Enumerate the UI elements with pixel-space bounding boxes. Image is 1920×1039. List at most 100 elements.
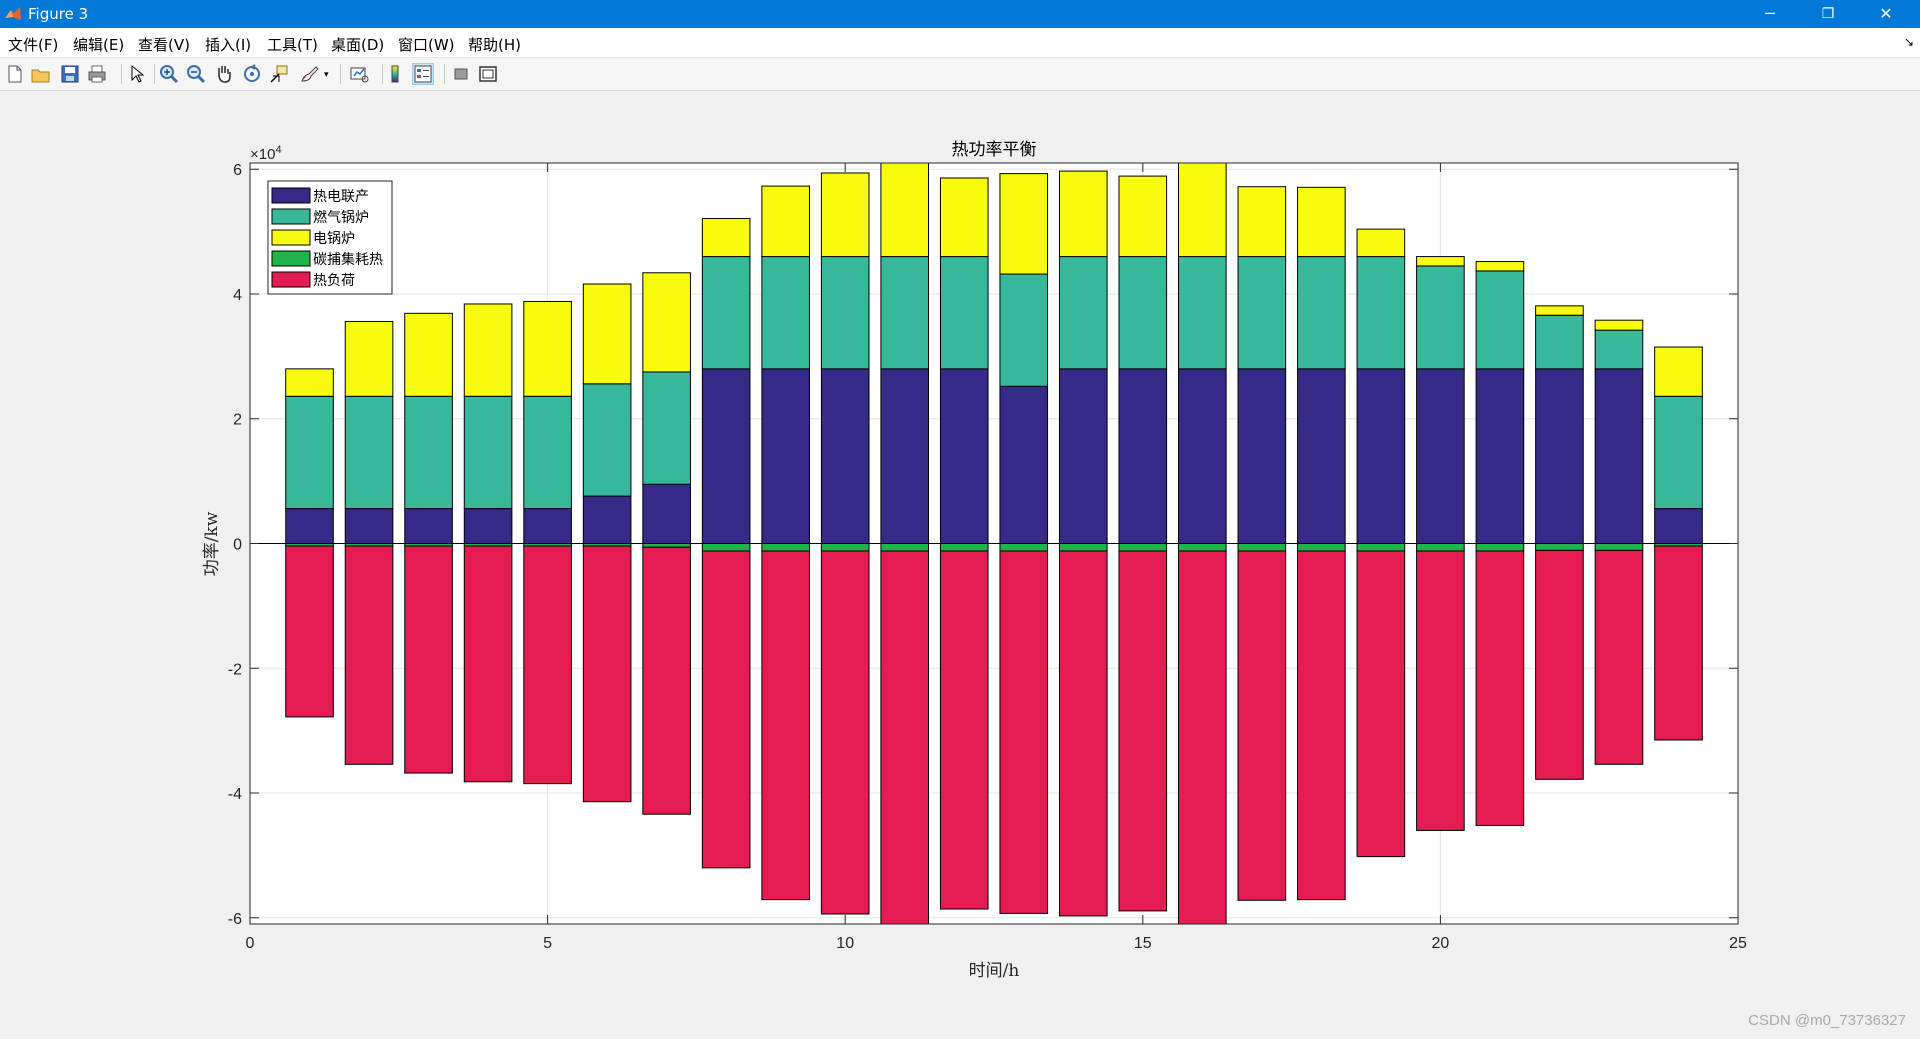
bar-segment[interactable] — [999, 550, 1049, 914]
chart-legend[interactable]: 热电联产燃气锅炉电锅炉碳捕集耗热热负荷 — [267, 180, 393, 295]
bar-segment[interactable] — [1058, 170, 1108, 258]
bar-segment[interactable] — [939, 543, 989, 552]
bar-segment[interactable] — [1356, 256, 1406, 370]
bar-segment[interactable] — [642, 483, 691, 544]
bar-segment[interactable] — [582, 283, 632, 385]
close-button[interactable]: ✕ — [1857, 0, 1915, 28]
bar-segment[interactable] — [1654, 346, 1703, 397]
bar-segment[interactable] — [404, 545, 453, 774]
bar-segment[interactable] — [582, 383, 632, 497]
bar-segment[interactable] — [523, 395, 572, 510]
bar-segment[interactable] — [1118, 175, 1168, 258]
open-file-icon[interactable] — [30, 63, 52, 85]
bar-segment[interactable] — [1475, 543, 1525, 552]
minimize-button[interactable]: ─ — [1741, 0, 1799, 28]
bar-segment[interactable] — [463, 395, 513, 510]
bar-segment[interactable] — [1058, 543, 1108, 552]
bar-segment[interactable] — [642, 371, 691, 485]
bar-segment[interactable] — [1237, 256, 1287, 370]
bar-chart[interactable]: 0 5 10 15 20 25 -6 -4 -2 0 2 4 6 热功率平衡 时间/h 功率/kw ×1… — [0, 91, 1920, 1039]
bar-segment[interactable] — [1178, 256, 1227, 370]
bar-segment[interactable] — [701, 218, 751, 258]
show-plot-tools-icon[interactable] — [477, 63, 499, 85]
bar-segment[interactable] — [1356, 543, 1406, 552]
bar-segment[interactable] — [1297, 368, 1346, 544]
bar-segment[interactable] — [1594, 368, 1644, 544]
bar-segment[interactable] — [1058, 550, 1108, 917]
bar-segment[interactable] — [344, 508, 394, 544]
colorbar-icon[interactable] — [384, 63, 406, 85]
bar-segment[interactable] — [1178, 368, 1227, 544]
bar-segment[interactable] — [1535, 314, 1584, 370]
bar-segment[interactable] — [285, 395, 334, 510]
menu-tools[interactable]: 工具(T) — [267, 34, 318, 55]
bar-segment[interactable] — [880, 550, 930, 925]
bar-segment[interactable] — [1297, 543, 1346, 552]
bar-segment[interactable] — [1535, 549, 1584, 780]
rotate-3d-icon[interactable] — [241, 63, 263, 85]
menu-view[interactable]: 查看(V) — [138, 34, 190, 55]
bar-segment[interactable] — [939, 177, 989, 258]
zoom-out-icon[interactable] — [185, 63, 207, 85]
bar-segment[interactable] — [1416, 265, 1465, 370]
bar-segment[interactable] — [999, 543, 1049, 552]
bar-segment[interactable] — [1535, 305, 1584, 316]
bar-segment[interactable] — [1237, 550, 1287, 901]
bar-segment[interactable] — [999, 173, 1049, 275]
bar-segment[interactable] — [1237, 186, 1287, 258]
menu-insert[interactable]: 插入(I) — [205, 34, 251, 55]
bar-segment[interactable] — [344, 320, 394, 397]
bar-segment[interactable] — [582, 545, 632, 803]
bar-segment[interactable] — [880, 162, 930, 258]
bar-segment[interactable] — [1654, 508, 1703, 544]
bar-segment[interactable] — [701, 256, 751, 370]
bar-segment[interactable] — [880, 256, 930, 370]
bar-segment[interactable] — [1356, 368, 1406, 544]
bar-segment[interactable] — [820, 172, 870, 258]
bar-segment[interactable] — [404, 312, 453, 397]
bar-segment[interactable] — [1118, 543, 1168, 552]
data-cursor-icon[interactable] — [268, 63, 290, 85]
bar-segment[interactable] — [701, 550, 751, 869]
bar-segment[interactable] — [1654, 395, 1703, 510]
menu-window[interactable]: 窗口(W) — [398, 34, 455, 55]
bar-segment[interactable] — [939, 256, 989, 370]
bar-segment[interactable] — [1475, 550, 1525, 826]
bar-segment[interactable] — [999, 273, 1049, 387]
bar-segment[interactable] — [523, 508, 572, 544]
bar-segment[interactable] — [1356, 228, 1406, 258]
bar-segment[interactable] — [1178, 543, 1227, 552]
bar-segment[interactable] — [1237, 543, 1287, 552]
bar-segment[interactable] — [1475, 261, 1525, 272]
hide-plot-tools-icon[interactable] — [450, 63, 472, 85]
bar-segment[interactable] — [999, 385, 1049, 545]
zoom-in-icon[interactable] — [158, 63, 180, 85]
save-icon[interactable] — [59, 63, 81, 85]
bar-segment[interactable] — [1416, 256, 1465, 267]
figure-canvas[interactable]: 0 5 10 15 20 25 -6 -4 -2 0 2 4 6 热功率平衡 时间/h 功率/kw ×1… — [0, 91, 1920, 1039]
bar-segment[interactable] — [820, 550, 870, 915]
bar-segment[interactable] — [1475, 368, 1525, 544]
menu-desktop[interactable]: 桌面(D) — [331, 34, 384, 55]
bar-segment[interactable] — [1416, 543, 1465, 552]
bar-segment[interactable] — [1118, 368, 1168, 544]
bar-segment[interactable] — [1297, 186, 1346, 258]
bar-segment[interactable] — [1118, 256, 1168, 370]
bar-segment[interactable] — [344, 395, 394, 510]
restore-button[interactable]: ❐ — [1799, 0, 1857, 28]
bar-segment[interactable] — [344, 545, 394, 765]
new-figure-icon[interactable] — [4, 63, 26, 85]
dock-arrow-icon[interactable]: ↘ — [1904, 35, 1914, 49]
bar-segment[interactable] — [880, 368, 930, 544]
pan-hand-icon[interactable] — [213, 63, 235, 85]
bar-segment[interactable] — [404, 508, 453, 544]
bar-segment[interactable] — [1594, 543, 1644, 551]
bar-segment[interactable] — [1297, 256, 1346, 370]
bar-segment[interactable] — [463, 508, 513, 544]
bar-segment[interactable] — [1058, 256, 1108, 370]
edit-plot-arrow-icon[interactable] — [125, 63, 147, 85]
brush-icon[interactable] — [298, 63, 320, 85]
bar-segment[interactable] — [1118, 550, 1168, 912]
bar-segment[interactable] — [285, 545, 334, 718]
bar-segment[interactable] — [939, 550, 989, 910]
